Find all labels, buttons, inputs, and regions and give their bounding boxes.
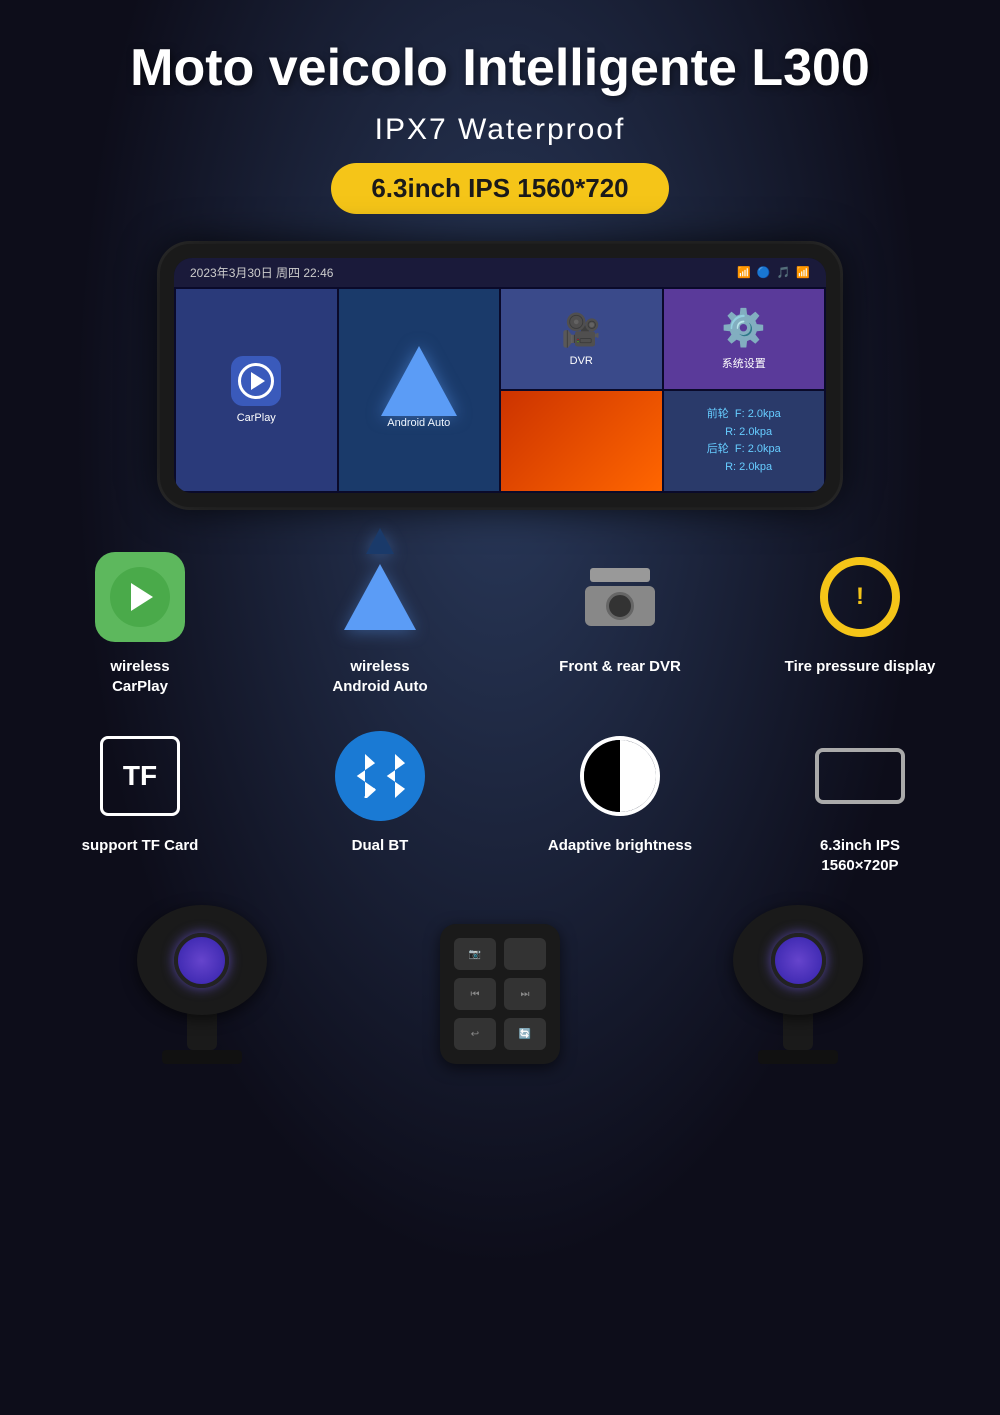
left-camera-base xyxy=(162,1050,242,1064)
left-camera xyxy=(137,905,267,1064)
tf-card-feature-icon-wrap: TF xyxy=(90,726,190,826)
signal-icon: 📶 xyxy=(796,266,810,279)
feature-dvr: Front & rear DVR xyxy=(510,547,730,696)
camera-body xyxy=(585,586,655,626)
remote-btn-prev[interactable]: ⏮ xyxy=(454,978,496,1010)
screen-tile-dvr[interactable]: 🎥 DVR xyxy=(501,289,662,389)
remote-btn-back[interactable]: ↩ xyxy=(454,1018,496,1050)
screen-tile-settings-label: 系统设置 xyxy=(722,355,766,371)
screen-tile-android-label: Android Auto xyxy=(387,417,450,429)
left-camera-mount xyxy=(187,1010,217,1050)
brightness-feature-label: Adaptive brightness xyxy=(548,836,692,856)
brightness-dark-half xyxy=(584,740,620,812)
device-frame: 2023年3月30日 周四 22:46 📶 🔵 🎵 📶 xyxy=(160,244,840,507)
android-auto-feature-label: wirelessAndroid Auto xyxy=(332,657,427,696)
feature-android-auto: wirelessAndroid Auto xyxy=(270,547,490,696)
play-circle xyxy=(238,363,274,399)
dvr-feature-icon xyxy=(585,568,655,626)
tire-feature-icon-wrap: ! xyxy=(810,547,910,647)
wifi-icon: 📶 xyxy=(737,266,751,279)
screen-datetime: 2023年3月30日 周四 22:46 xyxy=(190,264,333,281)
screen-spec-icon xyxy=(815,748,905,804)
tpms-data: 前轮 F: 2.0kpa R: 2.0kpa 后轮 F: 2.0kpa R: 2… xyxy=(707,406,781,476)
settings-gear-icon: ⚙️ xyxy=(721,307,766,349)
carplay-logo xyxy=(95,552,185,642)
dual-bt-feature-icon-wrap xyxy=(330,726,430,826)
screen-spec-label: 6.3inch IPS1560×720P xyxy=(820,836,900,875)
dvr-camera-icon: 🎥 xyxy=(561,311,601,349)
remote-btn-next[interactable]: ⏭ xyxy=(504,978,546,1010)
android-auto-feature-icon-wrap xyxy=(330,547,430,647)
main-title: Moto veicolo Intelligente L300 xyxy=(30,40,970,97)
tire-exclaim-icon: ! xyxy=(856,583,864,611)
feature-tf-card: TF support TF Card xyxy=(30,726,250,875)
play-triangle-icon xyxy=(251,372,265,390)
spec-badge: 6.3inch IPS 1560*720 xyxy=(331,163,668,214)
android-auto-nav-large-icon xyxy=(344,564,416,630)
camera-mount xyxy=(590,568,650,582)
carplay-logo-inner xyxy=(110,567,170,627)
left-camera-lens xyxy=(174,933,229,988)
right-camera-mount xyxy=(783,1010,813,1050)
right-camera-lens xyxy=(771,933,826,988)
device-mockup: 2023年3月30日 周四 22:46 📶 🔵 🎵 📶 xyxy=(30,244,970,507)
brightness-icon xyxy=(580,736,660,816)
feature-brightness: Adaptive brightness xyxy=(510,726,730,875)
feature-screen-spec: 6.3inch IPS1560×720P xyxy=(750,726,970,875)
bluetooth-icon-large xyxy=(335,731,425,821)
screen-tile-carplay[interactable]: CarPlay xyxy=(176,289,337,491)
remote-btn-empty xyxy=(504,938,546,970)
right-camera xyxy=(733,905,863,1064)
screen-tile-carplay-label: CarPlay xyxy=(237,412,276,424)
android-auto-logo xyxy=(340,557,420,637)
carplay-feature-icon-wrap xyxy=(90,547,190,647)
feature-dual-bt: Dual BT xyxy=(270,726,490,875)
screen-tile-dvr-label: DVR xyxy=(570,355,593,367)
screen-status-icons: 📶 🔵 🎵 📶 xyxy=(737,266,810,279)
brightness-light-half xyxy=(620,740,656,812)
dual-bt-feature-label: Dual BT xyxy=(352,836,409,856)
android-auto-nav-inner xyxy=(366,528,394,554)
remote-btn-camera[interactable]: 📷 xyxy=(454,938,496,970)
brightness-feature-icon-wrap xyxy=(570,726,670,826)
dvr-feature-label: Front & rear DVR xyxy=(559,657,681,677)
music-icon: 🎵 xyxy=(777,266,791,279)
carplay-play-icon xyxy=(131,583,153,611)
tf-card-feature-label: support TF Card xyxy=(82,836,199,856)
tire-pressure-icon: ! xyxy=(820,557,900,637)
screen-tile-tpms[interactable]: 前轮 F: 2.0kpa R: 2.0kpa 后轮 F: 2.0kpa R: 2… xyxy=(664,391,825,491)
cameras-section: 📷 ⏮ ⏭ ↩ 🔄 xyxy=(30,905,970,1064)
screen-grid: CarPlay Android Auto 🎥 DVR xyxy=(174,287,826,493)
features-row2: TF support TF Card Dual BT xyxy=(30,726,970,875)
bluetooth-icon: 🔵 xyxy=(757,266,771,279)
left-camera-body xyxy=(137,905,267,1015)
screen-tile-moto[interactable] xyxy=(501,391,662,491)
tf-card-label-icon: TF xyxy=(123,760,157,792)
subtitle: IPX7 Waterproof xyxy=(30,113,970,147)
tire-pressure-feature-label: Tire pressure display xyxy=(785,657,936,677)
right-camera-base xyxy=(758,1050,838,1064)
carplay-feature-label: wirelessCarPlay xyxy=(110,657,169,696)
screen-spec-icon-wrap xyxy=(810,726,910,826)
tf-card-icon: TF xyxy=(100,736,180,816)
android-auto-nav-icon xyxy=(381,346,457,416)
remote-control: 📷 ⏮ ⏭ ↩ 🔄 xyxy=(440,924,560,1064)
remote-body: 📷 ⏮ ⏭ ↩ 🔄 xyxy=(440,924,560,1064)
feature-tire-pressure: ! Tire pressure display xyxy=(750,547,970,696)
right-camera-body xyxy=(733,905,863,1015)
feature-carplay: wirelessCarPlay xyxy=(30,547,250,696)
features-row1: wirelessCarPlay wirelessAndroid Auto xyxy=(30,547,970,696)
camera-lens xyxy=(606,592,634,620)
dvr-feature-icon-wrap xyxy=(570,547,670,647)
screen-tile-settings[interactable]: ⚙️ 系统设置 xyxy=(664,289,825,389)
screen-tile-android[interactable]: Android Auto xyxy=(339,289,500,491)
remote-btn-refresh[interactable]: 🔄 xyxy=(504,1018,546,1050)
screen-header: 2023年3月30日 周四 22:46 📶 🔵 🎵 📶 xyxy=(174,258,826,287)
device-screen: 2023年3月30日 周四 22:46 📶 🔵 🎵 📶 xyxy=(174,258,826,493)
carplay-icon xyxy=(231,356,281,406)
